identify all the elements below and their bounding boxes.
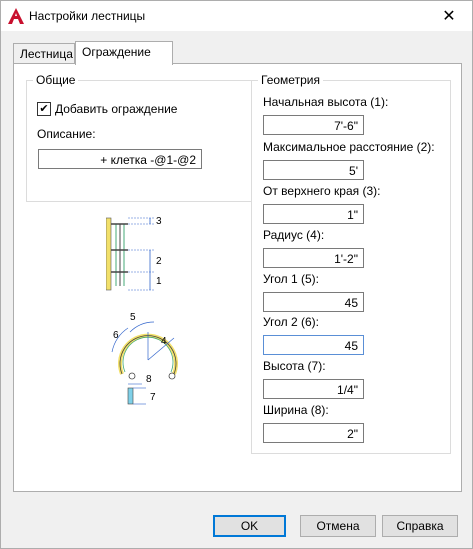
- initial-height-label: Начальная высота (1):: [263, 95, 389, 109]
- add-railing-label: Добавить ограждение: [55, 102, 178, 116]
- radius-label: Радиус (4):: [263, 228, 325, 242]
- geometry-legend: Геометрия: [258, 73, 323, 87]
- cancel-button[interactable]: Отмена: [300, 515, 376, 537]
- close-button[interactable]: ✕: [426, 1, 472, 31]
- description-input[interactable]: + клетка -@1-@2: [38, 149, 202, 169]
- railing-tab-panel: Общие ✔ Добавить ограждение Описание: + …: [13, 63, 462, 492]
- width-label: Ширина (8):: [263, 403, 329, 417]
- railing-plan-diagram: 5 6 4 8 7: [102, 312, 194, 412]
- initial-height-input[interactable]: 7'-6": [263, 115, 364, 135]
- geometry-group: Геометрия Начальная высота (1): 7'-6" Ма…: [251, 73, 451, 454]
- general-legend: Общие: [33, 73, 79, 87]
- from-top-edge-input[interactable]: 1": [263, 204, 364, 224]
- radius-input[interactable]: 1'-2": [263, 248, 364, 268]
- height-label: Высота (7):: [263, 359, 326, 373]
- width-input[interactable]: 2": [263, 423, 364, 443]
- side-label-3: 3: [156, 216, 162, 227]
- checkbox-check-icon[interactable]: ✔: [37, 102, 51, 116]
- max-distance-input[interactable]: 5': [263, 160, 364, 180]
- tab-railing[interactable]: Ограждение: [75, 41, 173, 65]
- plan-label-5: 5: [130, 312, 136, 323]
- railing-side-diagram: 3 2 1: [105, 214, 176, 292]
- angle1-label: Угол 1 (5):: [263, 272, 319, 286]
- from-top-edge-label: От верхнего края (3):: [263, 184, 381, 198]
- general-group: Общие ✔ Добавить ограждение Описание: + …: [26, 73, 252, 202]
- angle2-label: Угол 2 (6):: [263, 315, 319, 329]
- add-railing-checkbox[interactable]: ✔ Добавить ограждение: [37, 102, 177, 116]
- plan-label-4: 4: [161, 336, 167, 347]
- railing-plan-drawing: 5 6 4 8 7: [111, 312, 178, 405]
- angle2-input[interactable]: 45: [263, 335, 364, 355]
- side-label-2: 2: [156, 256, 162, 267]
- autocad-a-icon: [8, 8, 24, 24]
- window-title: Настройки лестницы: [29, 9, 146, 23]
- height-input[interactable]: 1/4": [263, 379, 364, 399]
- ok-button[interactable]: OK: [213, 515, 286, 537]
- tab-stair[interactable]: Лестница: [13, 43, 75, 64]
- plan-label-6: 6: [113, 330, 119, 341]
- plan-label-7: 7: [150, 392, 156, 403]
- plan-label-8: 8: [146, 374, 152, 385]
- stair-settings-dialog: Настройки лестницы ✕ Лестница Ограждение…: [0, 0, 473, 549]
- close-icon[interactable]: ✕: [442, 6, 455, 26]
- description-label: Описание:: [37, 127, 96, 141]
- side-label-1: 1: [156, 276, 162, 287]
- railing-side-drawing: 3 2 1: [105, 216, 162, 291]
- max-distance-label: Максимальное расстояние (2):: [263, 140, 435, 154]
- angle1-input[interactable]: 45: [263, 292, 364, 312]
- title-bar: Настройки лестницы ✕: [1, 1, 472, 31]
- help-button[interactable]: Справка: [382, 515, 458, 537]
